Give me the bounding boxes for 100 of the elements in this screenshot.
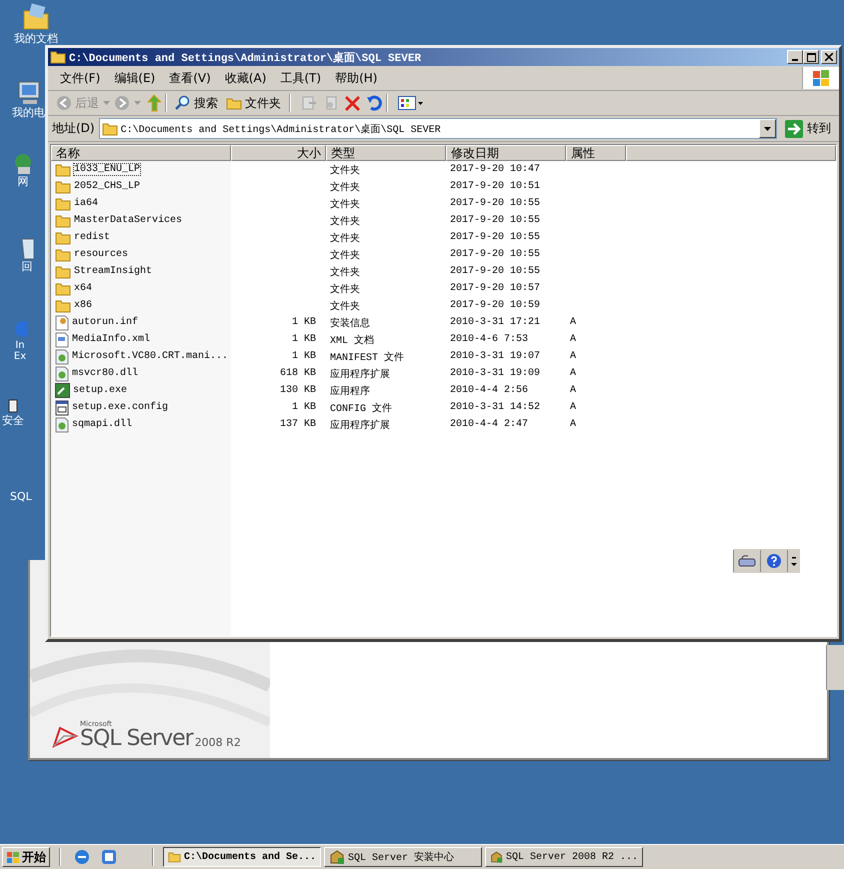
file-name[interactable]: Microsoft.VC80.CRT.mani... bbox=[71, 350, 230, 363]
file-attribute: A bbox=[570, 317, 576, 328]
file-name[interactable]: sqmapi.dll bbox=[71, 418, 134, 431]
desktop-icon-label: 网 bbox=[18, 175, 28, 188]
logo-name: SQL Server bbox=[80, 728, 193, 750]
desktop-icon-label: 我的电 bbox=[12, 106, 45, 119]
network-icon[interactable] bbox=[14, 153, 32, 175]
folder-icon bbox=[55, 230, 71, 244]
maximize-icon bbox=[806, 52, 816, 62]
menu-item[interactable]: 收藏(A) bbox=[218, 70, 272, 86]
folder-icon bbox=[102, 122, 118, 136]
window-title: C:\Documents and Settings\Administrator\桌面\SQL SEVER bbox=[69, 50, 422, 64]
file-size: 1 KB bbox=[292, 334, 316, 345]
folder-icon bbox=[55, 298, 71, 312]
views-icon[interactable] bbox=[398, 96, 424, 110]
column-header[interactable]: 类型 bbox=[326, 145, 446, 161]
file-name[interactable]: redist bbox=[73, 231, 112, 244]
file-attribute: A bbox=[570, 368, 576, 379]
taskbar-task[interactable]: SQL Server 安装中心 bbox=[324, 847, 482, 868]
column-header[interactable]: 修改日期 bbox=[446, 145, 566, 161]
maximize-button[interactable] bbox=[803, 50, 819, 64]
logo-version: 2008 R2 bbox=[194, 736, 241, 750]
address-label: 地址(D) bbox=[52, 120, 95, 137]
file-date: 2017-9-20 10:55 bbox=[450, 232, 540, 243]
folders-button[interactable]: 文件夹 bbox=[222, 94, 285, 112]
installer-box-icon bbox=[490, 849, 503, 866]
file-type: 文件夹 bbox=[330, 166, 360, 176]
file-date: 2017-9-20 10:55 bbox=[450, 198, 540, 209]
file-type: 文件夹 bbox=[330, 284, 360, 296]
file-name[interactable]: ia64 bbox=[73, 197, 100, 210]
file-date: 2010-4-6 7:53 bbox=[450, 334, 528, 345]
config-document-icon bbox=[55, 400, 69, 416]
file-attribute: A bbox=[570, 334, 576, 345]
file-name[interactable]: setup.exe.config bbox=[71, 401, 170, 414]
file-name[interactable]: MasterDataServices bbox=[73, 214, 184, 227]
file-name[interactable]: msvcr80.dll bbox=[71, 367, 140, 380]
file-type: 文件夹 bbox=[330, 200, 360, 210]
close-button[interactable] bbox=[821, 50, 837, 64]
file-type: 文件夹 bbox=[330, 268, 360, 278]
file-type: 文件夹 bbox=[330, 250, 360, 262]
file-name[interactable]: autorun.inf bbox=[71, 316, 140, 329]
column-header[interactable]: 属性 bbox=[566, 145, 626, 161]
desktop-icon-label: 回 bbox=[22, 260, 32, 273]
search-icon bbox=[175, 95, 191, 111]
taskbar-task[interactable]: C:\Documents and Se... bbox=[163, 847, 321, 868]
search-button[interactable]: 搜索 bbox=[171, 94, 222, 112]
file-type: 应用程序扩展 bbox=[330, 420, 390, 432]
file-size: 1 KB bbox=[292, 351, 316, 362]
menu-item[interactable]: 帮助(H) bbox=[329, 70, 384, 86]
file-name[interactable]: StreamInsight bbox=[73, 265, 154, 278]
file-type: 应用程序扩展 bbox=[330, 370, 390, 380]
dropdown-arrow-icon[interactable] bbox=[764, 126, 771, 130]
file-attribute: A bbox=[570, 419, 576, 430]
minimize-button[interactable] bbox=[787, 50, 803, 64]
taskbar-task[interactable]: SQL Server 2008 R2 ... bbox=[485, 847, 643, 868]
menu-item[interactable]: 文件(F) bbox=[54, 70, 106, 86]
go-button[interactable]: 转到 bbox=[781, 120, 835, 138]
menu-item[interactable]: 编辑(E) bbox=[108, 70, 162, 86]
file-name[interactable]: MediaInfo.xml bbox=[71, 333, 152, 346]
file-type: XML 文档 bbox=[330, 336, 374, 346]
file-attribute: A bbox=[570, 385, 576, 396]
options-arrow-icon[interactable] bbox=[787, 550, 800, 572]
file-attribute: A bbox=[570, 351, 576, 362]
documents-folder-icon[interactable] bbox=[21, 2, 51, 32]
forward-icon[interactable] bbox=[114, 95, 130, 111]
menu-item[interactable]: 查看(V) bbox=[163, 70, 217, 86]
delete-icon[interactable] bbox=[345, 96, 360, 110]
file-date: 2017-9-20 10:55 bbox=[450, 249, 540, 260]
folder-icon bbox=[55, 196, 71, 210]
column-header[interactable]: 名称 bbox=[51, 145, 231, 161]
desktop-icon-label: In Ex bbox=[13, 340, 27, 362]
file-date: 2017-9-20 10:57 bbox=[450, 283, 540, 294]
start-button[interactable]: 开始 bbox=[2, 847, 50, 868]
file-type: CONFIG 文件 bbox=[330, 404, 392, 414]
application-icon bbox=[55, 383, 70, 398]
undo-icon[interactable] bbox=[366, 95, 382, 111]
computer-icon[interactable] bbox=[18, 80, 40, 106]
file-size: 1 KB bbox=[292, 402, 316, 413]
file-name[interactable]: x86 bbox=[73, 299, 94, 312]
folder-icon bbox=[226, 96, 242, 110]
file-size: 137 KB bbox=[280, 419, 316, 430]
file-name[interactable]: resources bbox=[73, 248, 130, 261]
file-type: 安装信息 bbox=[330, 318, 370, 330]
file-date: 2010-3-31 17:21 bbox=[450, 317, 540, 328]
file-type: 应用程序 bbox=[330, 386, 370, 398]
file-name[interactable]: setup.exe bbox=[72, 384, 128, 397]
recycle-bin-icon[interactable] bbox=[20, 236, 34, 260]
address-field[interactable]: C:\Documents and Settings\Administrator\桌面\SQL SEVER bbox=[98, 118, 777, 139]
menu-item[interactable]: 工具(T) bbox=[274, 70, 328, 86]
file-name[interactable]: 2052_CHS_LP bbox=[73, 180, 142, 193]
browser-icon[interactable] bbox=[74, 849, 90, 866]
file-name[interactable]: x64 bbox=[73, 282, 94, 295]
file-size: 1 KB bbox=[292, 317, 316, 328]
column-header[interactable]: 大小 bbox=[231, 145, 326, 161]
xml-document-icon bbox=[55, 332, 69, 348]
file-size: 618 KB bbox=[280, 368, 316, 379]
windows-logo-icon bbox=[6, 850, 20, 864]
file-name[interactable]: 1033_ENU_LP bbox=[73, 163, 142, 176]
folder-icon bbox=[50, 50, 66, 64]
server-manager-icon[interactable] bbox=[101, 849, 117, 866]
